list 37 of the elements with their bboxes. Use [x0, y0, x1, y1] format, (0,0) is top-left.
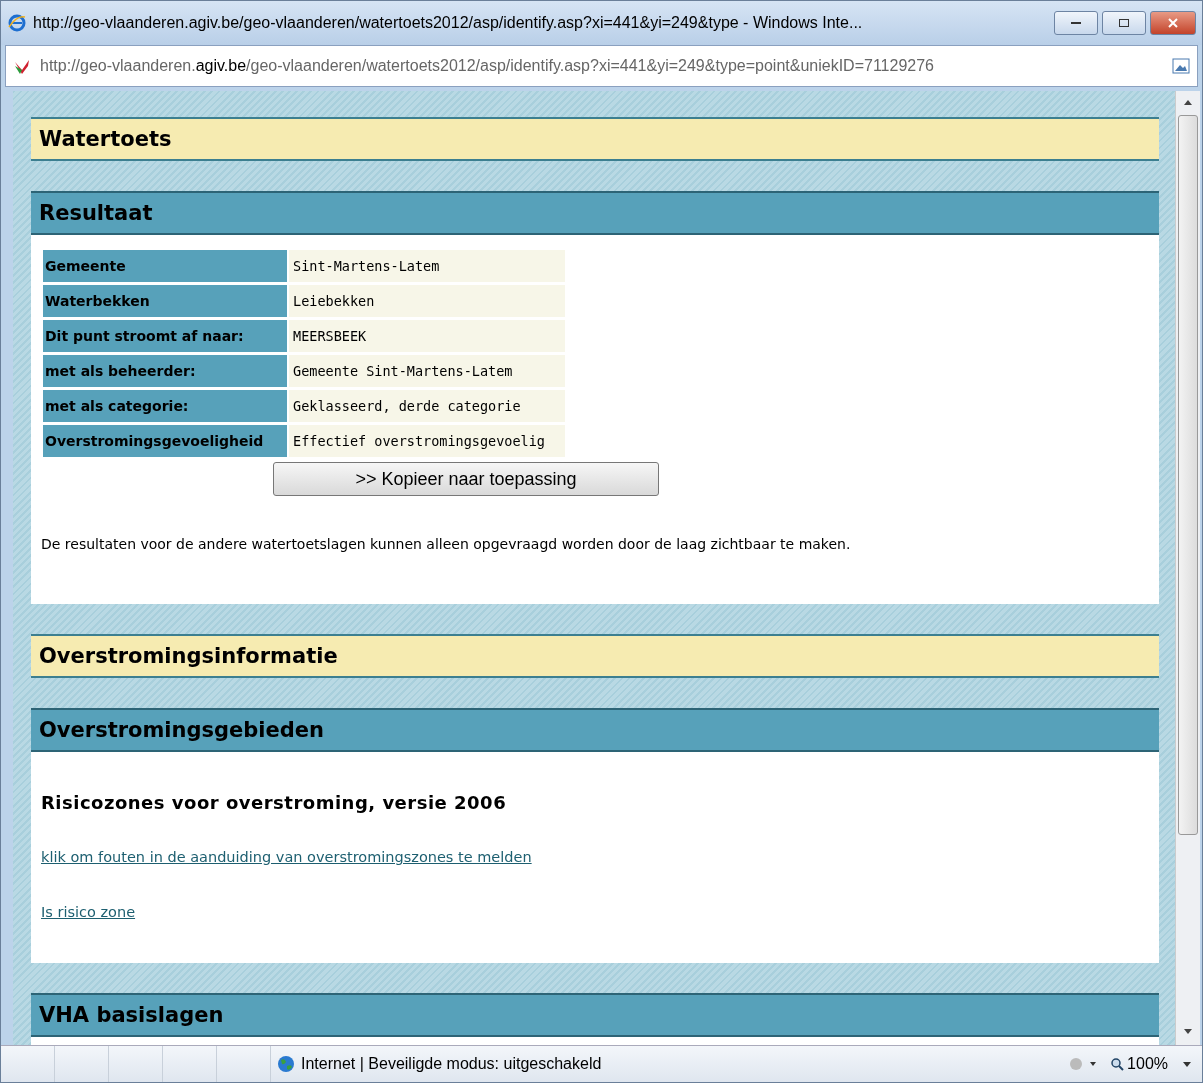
security-zone-text: Internet | Beveiligde modus: uitgeschakeld — [301, 1055, 602, 1073]
section-header: Resultaat — [31, 191, 1159, 235]
image-icon[interactable] — [1171, 56, 1191, 76]
field-value: Sint-Martens-Latem — [289, 250, 565, 282]
protected-mode-icon[interactable] — [1068, 1056, 1099, 1072]
url-text: http://geo-vlaanderen.agiv.be/geo-vlaanderen/watertoets2012/asp/identify.asp?xi=441&yi=249&type=point&uniekID=71129276 — [40, 57, 935, 75]
field-label: Gemeente — [43, 250, 287, 282]
zoom-icon — [1110, 1057, 1125, 1071]
field-label: met als beheerder: — [43, 355, 287, 387]
browser-logo-icon — [7, 13, 27, 33]
maximize-icon — [1118, 18, 1130, 28]
field-value: Effectief overstromingsgevoelig — [289, 425, 565, 457]
field-label: Waterbekken — [43, 285, 287, 317]
subheading: Risicozones voor overstroming, versie 2006 — [41, 792, 508, 813]
field-label: Dit punt stroomt af naar: — [43, 320, 287, 352]
copy-button[interactable]: >> Kopieer naar toepassing — [273, 462, 659, 496]
page-title: Watertoets — [31, 117, 1159, 161]
section-header: VHA basislagen — [31, 993, 1159, 1037]
address-bar[interactable]: http://geo-vlaanderen.agiv.be/geo-vlaanderen/watertoets2012/asp/identify.asp?xi=441&yi=249&type=point&uniekID=71129276 — [5, 45, 1198, 87]
window-title: http://geo-vlaanderen.agiv.be/geo-vlaanderen/watertoets2012/asp/identify.asp?xi=441&yi=249&type - Windows Inte... — [33, 14, 864, 32]
field-value: Leiebekken — [289, 285, 565, 317]
page-title: Overstromingsinformatie — [31, 634, 1159, 678]
info-text: De resultaten voor de andere watertoetslagen kunnen alleen opgevraagd worden door de laag zichtbaar te maken. — [41, 536, 852, 552]
field-value: Geklasseerd, derde categorie — [289, 390, 565, 422]
field-value: Gemeente Sint-Martens-Latem — [289, 355, 565, 387]
field-label: met als categorie: — [43, 390, 287, 422]
section-header: Overstromingsgebieden — [31, 708, 1159, 752]
zoom-button[interactable]: 100% — [1104, 1055, 1174, 1073]
dropdown-icon[interactable] — [1180, 1059, 1194, 1069]
field-label: Overstromingsgevoeligheid — [43, 425, 287, 457]
link[interactable]: Is risico zone — [41, 904, 136, 920]
link[interactable]: klik om fouten in de aanduiding van overstromingszones te melden — [41, 849, 532, 865]
close-icon — [1167, 18, 1179, 28]
close-button[interactable] — [1150, 11, 1196, 35]
globe-icon — [277, 1055, 295, 1073]
maximize-button[interactable] — [1102, 11, 1146, 35]
field-value: MEERSBEEK — [289, 320, 565, 352]
